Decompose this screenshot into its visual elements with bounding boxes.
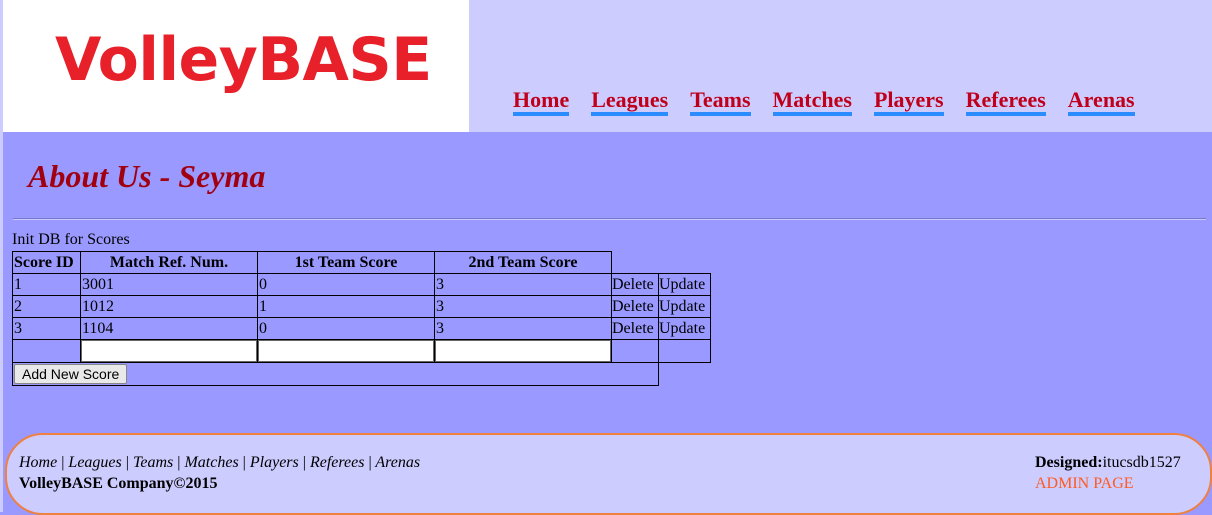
nav-leagues[interactable]: Leagues — [591, 88, 669, 116]
col-header-score-id: Score ID — [12, 251, 81, 274]
cell-match-ref: 1104 — [80, 317, 258, 340]
footer-separator: | — [302, 454, 306, 471]
nav-home[interactable]: Home — [513, 88, 570, 116]
cell-team1-score: 0 — [257, 317, 435, 340]
footer-designed: Designed:itucsdb1527 — [1035, 454, 1181, 472]
empty-header-cell — [612, 252, 659, 274]
header-nav-area: Home Leagues Teams Matches Players Refer… — [469, 0, 1212, 132]
designed-value: itucsdb1527 — [1102, 454, 1181, 471]
table-header-row: Score ID Match Ref. Num. 1st Team Score … — [12, 251, 711, 274]
footer: Home | Leagues | Teams | Matches | Playe… — [5, 433, 1212, 515]
footer-company: VolleyBASE Company©2015 — [19, 475, 218, 492]
designed-label: Designed: — [1035, 454, 1103, 471]
footer-link-leagues[interactable]: Leagues — [68, 454, 121, 471]
footer-separator: | — [368, 454, 372, 471]
cell-score-id: 2 — [12, 295, 81, 318]
nav-teams[interactable]: Teams — [690, 88, 751, 116]
footer-nav: Home | Leagues | Teams | Matches | Playe… — [19, 454, 420, 472]
main-nav: Home Leagues Teams Matches Players Refer… — [513, 88, 1157, 116]
footer-separator: | — [125, 454, 129, 471]
footer-link-home[interactable]: Home — [19, 454, 57, 471]
add-row: Add New Score — [12, 362, 711, 386]
update-link[interactable]: Update — [658, 317, 711, 340]
cell-team2-score: 3 — [434, 273, 612, 296]
update-link[interactable]: Update — [658, 295, 711, 318]
add-button-cell: Add New Score — [12, 362, 659, 386]
table-row: 2 1012 1 3 Delete Update — [12, 295, 711, 318]
logo: VolleyBASE — [55, 25, 432, 95]
delete-link[interactable]: Delete — [611, 317, 659, 340]
col-header-team2-score: 2nd Team Score — [434, 251, 612, 274]
cell-score-id: 3 — [12, 317, 81, 340]
table-row: 1 3001 0 3 Delete Update — [12, 273, 711, 296]
team1-score-input[interactable] — [258, 340, 434, 362]
logo-area: VolleyBASE — [3, 0, 469, 132]
delete-link[interactable]: Delete — [611, 273, 659, 296]
nav-players[interactable]: Players — [873, 88, 944, 116]
cell-team2-score: 3 — [434, 295, 612, 318]
team2-score-input-cell — [434, 339, 612, 363]
match-ref-input[interactable] — [81, 340, 257, 362]
footer-separator: | — [61, 454, 65, 471]
empty-cell — [658, 339, 711, 363]
nav-matches[interactable]: Matches — [772, 88, 852, 116]
col-header-team1-score: 1st Team Score — [257, 251, 435, 274]
footer-link-teams[interactable]: Teams — [133, 454, 173, 471]
cell-match-ref: 1012 — [80, 295, 258, 318]
scores-table: Score ID Match Ref. Num. 1st Team Score … — [12, 251, 711, 386]
match-ref-input-cell — [80, 339, 258, 363]
cell-team2-score: 3 — [434, 317, 612, 340]
divider — [13, 218, 1206, 220]
col-header-match-ref: Match Ref. Num. — [80, 251, 258, 274]
add-new-score-button[interactable]: Add New Score — [14, 364, 128, 384]
nav-arenas[interactable]: Arenas — [1067, 88, 1135, 116]
footer-link-matches[interactable]: Matches — [184, 454, 238, 471]
team2-score-input[interactable] — [435, 340, 611, 362]
init-db-label: Init DB for Scores — [12, 231, 130, 248]
table-row: 3 1104 0 3 Delete Update — [12, 317, 711, 340]
team1-score-input-cell — [257, 339, 435, 363]
cell-score-id: 1 — [12, 273, 81, 296]
footer-link-players[interactable]: Players — [250, 454, 299, 471]
empty-cell — [659, 363, 711, 386]
cell-team1-score: 1 — [257, 295, 435, 318]
cell-match-ref: 3001 — [80, 273, 258, 296]
empty-cell — [611, 339, 659, 363]
update-link[interactable]: Update — [658, 273, 711, 296]
footer-separator: | — [177, 454, 181, 471]
empty-id-cell — [12, 339, 81, 363]
page-title: About Us - Seyma — [28, 158, 266, 194]
empty-header-cell — [659, 252, 711, 274]
nav-referees[interactable]: Referees — [965, 88, 1046, 116]
footer-link-arenas[interactable]: Arenas — [375, 454, 420, 471]
cell-team1-score: 0 — [257, 273, 435, 296]
admin-page-link[interactable]: ADMIN PAGE — [1035, 475, 1134, 493]
delete-link[interactable]: Delete — [611, 295, 659, 318]
footer-separator: | — [242, 454, 246, 471]
footer-link-referees[interactable]: Referees — [310, 454, 364, 471]
new-score-row — [12, 339, 711, 363]
